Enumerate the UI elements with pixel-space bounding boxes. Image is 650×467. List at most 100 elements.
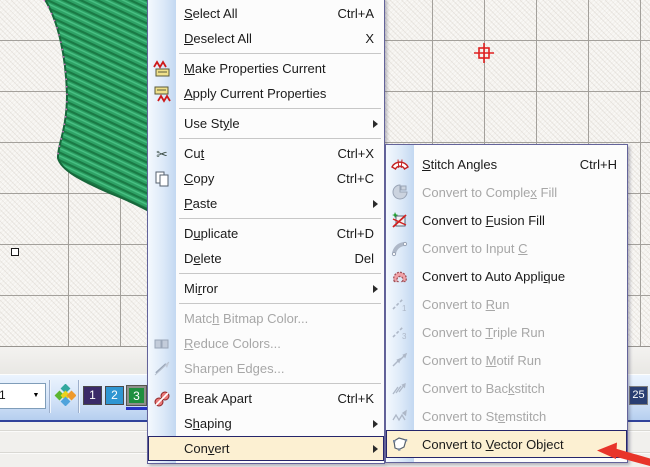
menu-item-convert-to-stemstitch: Convert to Stemstitch: [386, 402, 627, 430]
menu-item-shortcut: Ctrl+C: [336, 171, 374, 186]
palette-swatch-25[interactable]: 25: [629, 386, 648, 405]
svg-text:3: 3: [402, 332, 407, 341]
menu-item-convert[interactable]: Convert: [148, 436, 384, 461]
menu-item-label: Paste: [184, 196, 218, 211]
break-apart-icon: [152, 390, 172, 408]
sharpen-edges-icon: [152, 360, 172, 378]
thread-colors-icon[interactable]: [54, 384, 76, 406]
object-selection-handle[interactable]: [11, 248, 19, 256]
menu-item-convert-to-auto-applique[interactable]: Convert to Auto Applique: [386, 262, 627, 290]
menu-item-label: Duplicate: [184, 226, 239, 241]
submenu-arrow-icon: [373, 119, 378, 128]
palette-swatch-1[interactable]: 1: [83, 386, 102, 405]
svg-text:1: 1: [402, 304, 407, 313]
convert-submenu: Stitch Angles Ctrl+H Convert to Complex Fi…: [385, 144, 628, 463]
toolbar-separator: [78, 380, 80, 413]
menu-item-label: Use Style: [184, 116, 240, 131]
menu-item-label: Match Bitmap Color...: [184, 311, 309, 326]
context-menu: Select All Ctrl+A Deselect All X Make Proper…: [147, 0, 385, 464]
run-icon: 1: [390, 295, 410, 313]
reduce-colors-icon: [152, 335, 172, 353]
menu-item-label: Apply Current Properties: [184, 86, 327, 101]
toolbar-separator: [49, 380, 51, 413]
menu-item-make-properties-current[interactable]: Make Properties Current: [148, 56, 384, 81]
triple-run-icon: 3: [390, 323, 410, 341]
menu-item-paste[interactable]: Paste: [148, 191, 384, 216]
menu-item-delete[interactable]: Delete Del: [148, 246, 384, 271]
submenu-arrow-icon: [373, 199, 378, 208]
current-color-indicator: [126, 407, 148, 410]
menu-item-copy[interactable]: Copy Ctrl+C: [148, 166, 384, 191]
menu-separator: [179, 108, 381, 109]
menu-item-label: Reduce Colors...: [184, 336, 281, 351]
menu-item-label: Convert to Vector Object: [422, 436, 564, 452]
submenu-arrow-icon: [373, 419, 378, 428]
menu-item-mirror[interactable]: Mirror: [148, 276, 384, 301]
menu-item-shortcut: Ctrl+X: [337, 146, 374, 161]
vector-object-icon: [390, 435, 410, 453]
menu-item-label: Select All: [184, 6, 238, 21]
menu-item-convert-to-complex-fill: Convert to Complex Fill: [386, 178, 627, 206]
menu-item-convert-to-run: 1 Convert to Run: [386, 290, 627, 318]
complex-fill-icon: [390, 183, 410, 201]
menu-separator: [179, 383, 381, 384]
palette-swatch-2[interactable]: 2: [105, 386, 124, 405]
menu-item-label: Deselect All: [184, 31, 252, 46]
menu-item-label: Stitch Angles: [422, 156, 498, 172]
menu-item-break-apart[interactable]: Break Apart Ctrl+K: [148, 386, 384, 411]
menu-item-apply-current-properties[interactable]: Apply Current Properties: [148, 81, 384, 106]
menu-item-convert-to-input-c: Convert to Input C: [386, 234, 627, 262]
dropdown-arrow-icon[interactable]: ▼: [28, 385, 44, 405]
submenu-arrow-icon: [373, 284, 378, 293]
palette-swatch-3-selected[interactable]: 3: [127, 386, 146, 405]
menu-item-shortcut: Ctrl+K: [337, 391, 374, 406]
embroidery-object-green[interactable]: [0, 0, 170, 350]
auto-applique-icon: [390, 267, 410, 285]
menu-item-shortcut: Ctrl+D: [336, 226, 374, 241]
menu-item-shortcut: X: [365, 31, 374, 46]
menu-item-label: Convert to Backstitch: [422, 380, 545, 396]
menu-item-convert-to-triple-run: 3 Convert to Triple Run: [386, 318, 627, 346]
copy-icon: [152, 170, 172, 188]
menu-separator: [179, 273, 381, 274]
menu-item-label: Convert to Motif Run: [422, 352, 542, 368]
menu-item-label: Delete: [184, 251, 222, 266]
make-properties-current-icon: [152, 59, 172, 78]
motif-run-icon: [390, 351, 410, 369]
stitch-angles-icon: [390, 155, 410, 173]
menu-item-label: Convert to Run: [422, 296, 510, 312]
menu-item-convert-to-vector-object[interactable]: Convert to Vector Object: [386, 430, 627, 458]
menu-item-convert-to-backstitch: Convert to Backstitch: [386, 374, 627, 402]
menu-item-convert-to-motif-run: Convert to Motif Run: [386, 346, 627, 374]
menu-item-label: Make Properties Current: [184, 61, 326, 76]
menu-item-label: Convert to Auto Applique: [422, 268, 566, 284]
menu-item-select-all[interactable]: Select All Ctrl+A: [148, 1, 384, 26]
menu-item-use-style[interactable]: Use Style: [148, 111, 384, 136]
needle-position-marker-icon: [474, 43, 494, 63]
stemstitch-icon: [390, 407, 410, 425]
apply-current-properties-icon: [152, 85, 172, 103]
menu-item-convert-to-fusion-fill[interactable]: Convert to Fusion Fill: [386, 206, 627, 234]
menu-item-shaping[interactable]: Shaping: [148, 411, 384, 436]
menu-item-label: Convert to Input C: [422, 240, 528, 256]
menu-item-duplicate[interactable]: Duplicate Ctrl+D: [148, 221, 384, 246]
menu-item-label: Convert: [184, 441, 230, 456]
menu-separator: [179, 53, 381, 54]
color-select-value: 1: [0, 388, 6, 402]
menu-item-reduce-colors: Reduce Colors...: [148, 331, 384, 356]
fusion-fill-icon: [390, 211, 410, 229]
menu-item-deselect-all[interactable]: Deselect All X: [148, 26, 384, 51]
menu-item-shortcut: Del: [354, 251, 374, 266]
menu-item-cut[interactable]: ✂︎ Cut Ctrl+X: [148, 141, 384, 166]
menu-item-shortcut: Ctrl+H: [579, 156, 617, 172]
color-select-dropdown[interactable]: 1 ▼: [0, 383, 46, 409]
menu-item-label: Convert to Complex Fill: [422, 184, 558, 200]
menu-item-label: Shaping: [184, 416, 232, 431]
menu-separator: [179, 138, 381, 139]
menu-item-label: Sharpen Edges...: [184, 361, 285, 376]
menu-item-match-bitmap-color: Match Bitmap Color...: [148, 306, 384, 331]
menu-item-shortcut: Ctrl+A: [337, 6, 374, 21]
menu-item-label: Convert to Fusion Fill: [422, 212, 545, 228]
menu-item-label: Mirror: [184, 281, 218, 296]
menu-item-stitch-angles[interactable]: Stitch Angles Ctrl+H: [386, 150, 627, 178]
